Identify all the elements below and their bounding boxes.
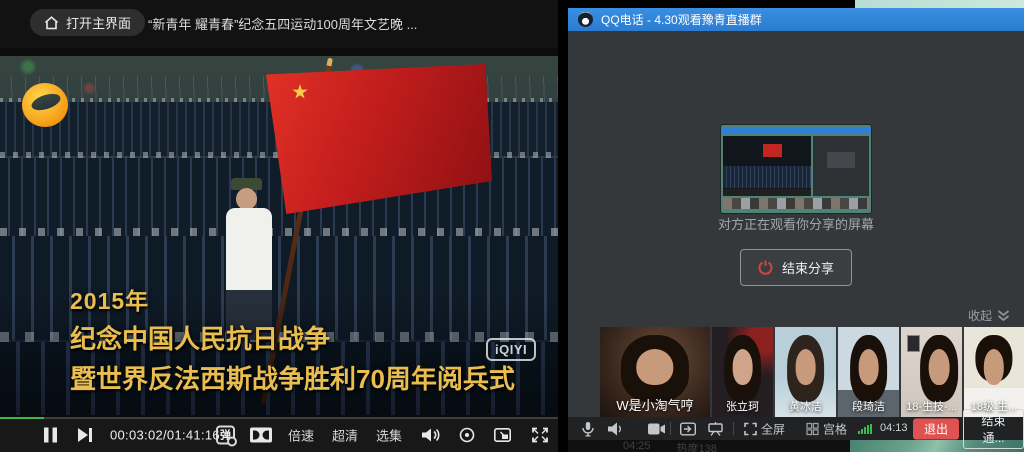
video-caption: 2015年 纪念中国人民抗日战争 暨世界反法西斯战争胜利70周年阅兵式 xyxy=(70,282,515,396)
signal-bars-icon xyxy=(858,424,872,434)
camera-button[interactable] xyxy=(648,423,665,435)
background-window-strip: 04:25 热度138 xyxy=(568,440,850,452)
participant-strip: W是小淘气哼 张立珂 黄冰洁 段琦洁 18-生技-... 18级 生... xyxy=(600,327,1024,417)
screenshot-button[interactable] xyxy=(459,427,475,443)
player-controls: 00:03:02/01:41:16 弹 倍速 超清 选集 xyxy=(0,417,558,452)
volume-button[interactable] xyxy=(422,427,441,442)
video-player-window: 打开主界面 “新青年 耀青春”纪念五四运动100周年文艺晚 ... 2015年 … xyxy=(0,0,558,452)
desktop: 04:25 热度138 打开主界面 “新青年 耀青春”纪念五四运动100周年文艺… xyxy=(0,0,1024,452)
participant-name: 18-生技-... xyxy=(901,398,962,414)
wall-picture xyxy=(907,335,920,352)
episodes-button[interactable]: 选集 xyxy=(376,425,402,444)
participant-name: W是小淘气哼 xyxy=(600,395,710,414)
grid-view-button[interactable]: 宫格 xyxy=(806,420,847,437)
pip-button[interactable] xyxy=(494,428,511,442)
exit-button[interactable]: 退出 xyxy=(913,418,959,439)
video-title: “新青年 耀青春”纪念五四运动100周年文艺晚 ... xyxy=(148,14,417,33)
sharing-status-text: 对方正在观看你分享的屏幕 xyxy=(568,214,1024,233)
end-call-button[interactable]: 结束通... xyxy=(963,409,1024,449)
flag-bearer xyxy=(236,188,257,210)
home-icon xyxy=(44,16,59,30)
fullscreen-call-label: 全屏 xyxy=(761,420,785,437)
background-heat-label: 热度138 xyxy=(677,440,717,452)
grid-view-label: 宫格 xyxy=(823,420,847,437)
speaker-button[interactable] xyxy=(608,422,621,436)
quality-button[interactable]: 超清 xyxy=(332,425,358,444)
toolbar-divider xyxy=(670,422,671,435)
player-topbar: 打开主界面 “新青年 耀青春”纪念五四运动100周年文艺晚 ... xyxy=(0,0,558,48)
mini-dialog xyxy=(827,152,855,168)
participant-video[interactable]: W是小淘气哼 xyxy=(600,327,710,417)
qq-call-window: QQ电话 - 4.30观看豫青直播群 对方正在观看你分享的屏幕 结束分享 收起 xyxy=(568,8,1024,440)
whiteboard-button[interactable] xyxy=(708,422,723,436)
grid-icon xyxy=(806,422,819,435)
participant-name: 18级 生... xyxy=(964,398,1024,414)
screen-share-button[interactable] xyxy=(680,422,696,435)
end-share-button[interactable]: 结束分享 xyxy=(740,249,852,286)
mini-soldiers xyxy=(723,166,811,188)
iqiyi-watermark: iQIYI xyxy=(486,338,536,361)
participant-video[interactable]: 黄冰洁 xyxy=(775,327,836,417)
microphone-button[interactable] xyxy=(582,421,594,436)
qq-logo-icon xyxy=(578,12,593,27)
progress-fill xyxy=(0,417,44,419)
tv-station-logo xyxy=(22,83,68,127)
collapse-label: 收起 xyxy=(968,307,992,324)
open-main-label: 打开主界面 xyxy=(66,13,131,32)
power-icon xyxy=(758,260,773,275)
time-display: 00:03:02/01:41:16 xyxy=(110,427,220,442)
fullscreen-button[interactable] xyxy=(532,427,548,442)
participant-video[interactable]: 18-生技-... xyxy=(901,327,962,417)
participant-name: 张立珂 xyxy=(712,398,773,414)
mini-red-flag xyxy=(763,144,782,157)
open-main-button[interactable]: 打开主界面 xyxy=(30,9,145,36)
pause-button[interactable] xyxy=(44,427,57,442)
screen-share-preview xyxy=(721,125,871,213)
chevron-double-down-icon xyxy=(997,310,1010,322)
background-time: 04:25 xyxy=(623,440,651,452)
next-episode-button[interactable] xyxy=(78,428,92,442)
participant-video[interactable]: 18级 生... xyxy=(964,327,1024,417)
mini-controls xyxy=(723,189,811,196)
caption-year: 2015年 xyxy=(70,282,515,316)
progress-bar[interactable] xyxy=(0,417,558,419)
speed-button[interactable]: 倍速 xyxy=(288,425,314,444)
end-share-label: 结束分享 xyxy=(782,258,834,277)
call-duration: 04:13 xyxy=(880,422,908,434)
mini-titlebar xyxy=(721,128,871,134)
collapse-button[interactable]: 收起 xyxy=(968,307,1010,324)
video-content[interactable]: 2015年 纪念中国人民抗日战争 暨世界反法西斯战争胜利70周年阅兵式 iQIY… xyxy=(0,56,558,415)
caption-line2: 纪念中国人民抗日战争 xyxy=(70,319,515,356)
mini-chat-panel xyxy=(813,136,869,196)
expand-icon xyxy=(744,422,757,435)
mini-video-player xyxy=(723,136,811,196)
dolby-icon[interactable] xyxy=(250,427,272,442)
participant-name: 黄冰洁 xyxy=(775,398,836,414)
qq-header-title: QQ电话 - 4.30观看豫青直播群 xyxy=(601,11,762,28)
fullscreen-call-button[interactable]: 全屏 xyxy=(744,420,785,437)
qq-call-header[interactable]: QQ电话 - 4.30观看豫青直播群 xyxy=(568,8,1024,31)
mini-participants xyxy=(723,198,869,209)
qq-toolbar: 全屏 宫格 04:13 退出 结束通... xyxy=(568,417,1024,440)
desktop-background-top xyxy=(855,0,1024,8)
participant-video[interactable]: 张立珂 xyxy=(712,327,773,417)
toolbar-divider xyxy=(733,422,734,435)
participant-video[interactable]: 段琦洁 xyxy=(838,327,899,417)
caption-line3: 暨世界反法西斯战争胜利70周年阅兵式 xyxy=(70,359,515,396)
danmaku-toggle[interactable]: 弹 xyxy=(216,425,235,444)
participant-name: 段琦洁 xyxy=(838,398,899,414)
